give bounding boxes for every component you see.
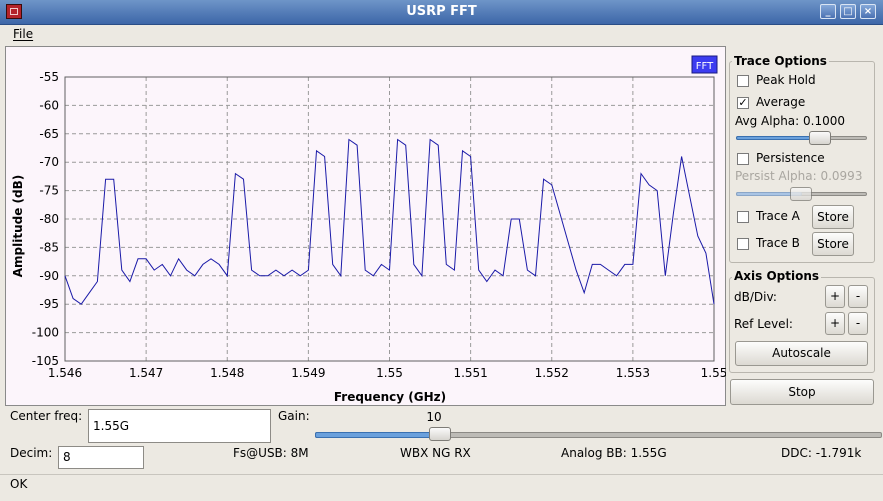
y-tick-label: -95 [39,297,59,311]
y-tick-label: -80 [39,212,59,226]
peak-hold-checkbox[interactable] [737,75,749,87]
persistence-checkbox[interactable] [737,153,749,165]
gain-label: Gain: [278,409,310,423]
legend-label: FFT [696,61,714,72]
window-title: USRP FFT [406,4,477,19]
db-div-plus-button[interactable]: + [825,285,845,308]
close-button[interactable]: × [860,4,876,19]
y-tick-label: -65 [39,127,59,141]
fs-usb-readout: Fs@USB: 8M [233,446,309,460]
y-tick-label: -75 [39,184,59,198]
x-axis-ticks: 1.546 1.547 1.548 1.549 1.55 1.551 1.552 1.553 1… [48,366,726,380]
average-checkbox[interactable]: ✓ [737,97,749,109]
x-tick-label: 1.55 [376,366,403,380]
board-name: WBX NG RX [400,446,471,460]
gain-value: 10 [426,410,442,424]
trace-b-label: Trace B [756,236,800,250]
status-bar [0,474,883,501]
minimize-button[interactable]: _ [820,4,836,19]
ref-level-minus-button[interactable]: - [848,312,868,335]
decim-label: Decim: [10,446,53,460]
store-trace-a-button[interactable]: Store [812,205,854,229]
trace-a-label: Trace A [756,209,800,223]
x-tick-label: 1.551 [453,366,487,380]
persist-alpha-label: Persist Alpha: 0.0993 [735,169,863,183]
y-tick-label: -85 [39,240,59,254]
analog-bb-readout: Analog BB: 1.55G [561,446,667,460]
ref-level-label: Ref Level: [734,317,793,331]
menu-file[interactable]: File [13,27,33,41]
trace-a-checkbox[interactable] [737,211,749,223]
x-tick-label: 1.548 [210,366,244,380]
gain-slider-fill [315,432,440,438]
db-div-label: dB/Div: [734,290,777,304]
decim-input[interactable]: 8 [58,446,144,469]
persistence-label: Persistence [756,151,825,165]
ddc-readout: DDC: -1.791k [781,446,862,460]
center-freq-input[interactable]: 1.55G [88,409,271,443]
store-trace-b-button[interactable]: Store [812,232,854,256]
y-tick-label: -60 [39,98,59,112]
fft-plot[interactable]: -55-60-65-70-75-80-85-90-95-100-105 1.54… [5,46,726,406]
y-axis-ticks: -55-60-65-70-75-80-85-90-95-100-105 [32,70,59,368]
y-tick-label: -100 [32,326,59,340]
menu-bar [0,25,883,46]
y-tick-label: -55 [39,70,59,84]
y-tick-label: -90 [39,269,59,283]
trace-b-checkbox[interactable] [737,238,749,250]
trace-options-title: Trace Options [732,54,829,68]
center-freq-label: Center freq: [10,409,83,423]
peak-hold-label: Peak Hold [756,73,816,87]
x-tick-label: 1.546 [48,366,82,380]
stop-button[interactable]: Stop [730,379,874,405]
avg-alpha-slider-fill [736,136,820,140]
maximize-button[interactable]: □ [840,4,856,19]
avg-alpha-label: Avg Alpha: 0.1000 [735,114,846,128]
x-tick-label: 1.549 [291,366,325,380]
plot-grid [64,76,715,362]
x-tick-label: 1.547 [129,366,163,380]
gain-slider-handle[interactable] [429,427,451,441]
ref-level-plus-button[interactable]: + [825,312,845,335]
x-tick-label: 1.553 [616,366,650,380]
persist-alpha-slider-handle[interactable] [790,187,812,201]
status-text: OK [10,477,28,491]
x-tick-label: 1.55 [701,366,726,380]
y-tick-label: -70 [39,155,59,169]
axis-options-title: Axis Options [732,269,822,283]
average-label: Average [756,95,806,109]
autoscale-button[interactable]: Autoscale [735,341,868,366]
y-axis-label: Amplitude (dB) [11,175,25,278]
avg-alpha-slider-handle[interactable] [809,131,831,145]
db-div-minus-button[interactable]: - [848,285,868,308]
x-axis-label: Frequency (GHz) [334,390,446,404]
x-tick-label: 1.552 [535,366,569,380]
